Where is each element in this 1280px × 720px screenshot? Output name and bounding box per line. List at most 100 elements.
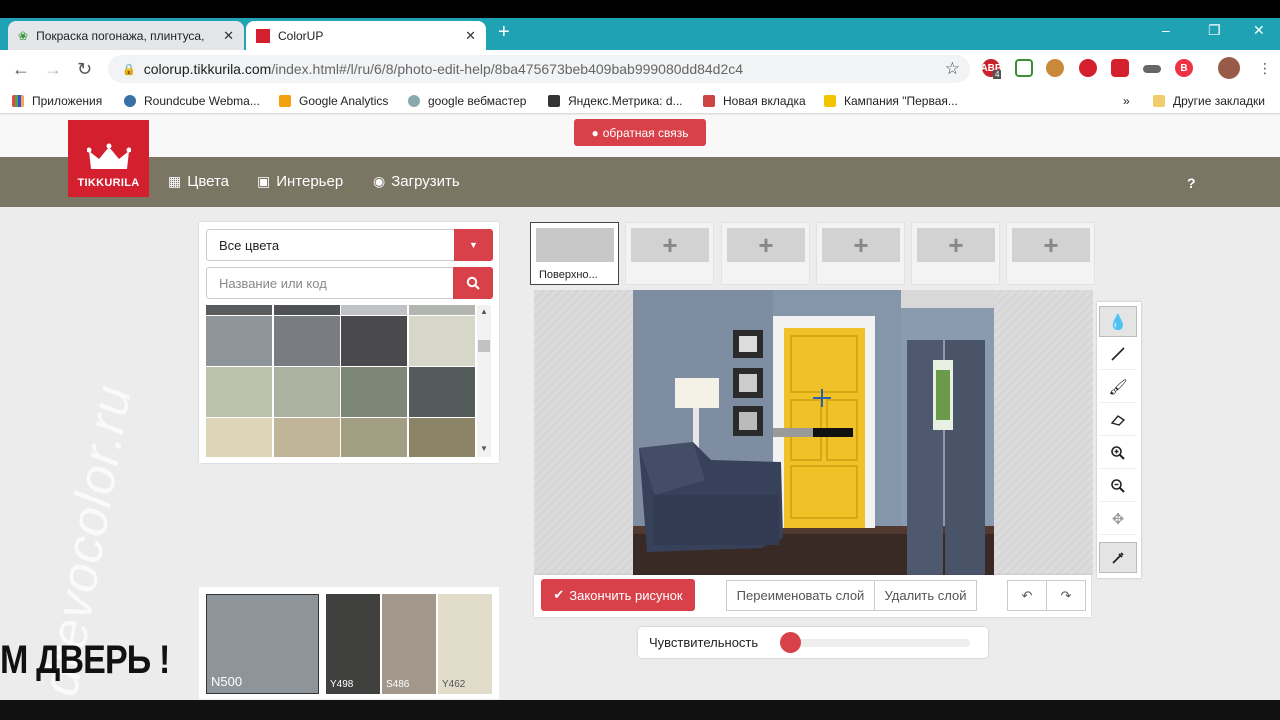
forward-icon[interactable]: → [44,59,62,80]
chevron-down-icon[interactable]: ▼ [454,229,493,261]
palette-swatch-2[interactable]: Y498 [326,594,380,694]
camera-icon: ◉ [373,173,386,189]
url-field[interactable]: 🔒 colorup.tikkurila.com/index.html#/l/ru… [108,55,970,83]
swatch-code: S486 [386,679,410,690]
bookmark-label: Яндекс.Метрика: d... [568,94,683,108]
tikkurila-logo[interactable]: TIKKURILA [68,120,149,197]
red-ext-icon[interactable] [1111,59,1129,77]
nav-upload[interactable]: ◉ Загрузить [373,173,460,190]
close-icon[interactable]: ✕ [465,28,476,44]
color-swatch[interactable] [206,305,272,315]
reload-icon[interactable]: ↻ [77,59,92,80]
eyedropper-icon[interactable] [1099,542,1137,573]
tool-panel: 💧 🖌 ✥ [1097,302,1141,578]
color-collection-select[interactable]: Все цвета ▼ [206,229,493,261]
restore-icon[interactable]: ❐ [1208,22,1221,39]
bookmark-analytics[interactable]: Google Analytics [279,94,388,108]
nav-label: Загрузить [391,173,460,190]
nav-colors[interactable]: ▦ Цвета [168,173,229,190]
color-swatch[interactable] [341,418,407,457]
sensitivity-knob[interactable] [779,632,801,653]
plus-icon: + [631,228,709,262]
color-swatch[interactable] [408,316,475,366]
search-input[interactable] [207,268,453,298]
color-swatch[interactable] [206,418,272,457]
line-icon[interactable] [1099,339,1137,370]
tab-pokraska[interactable]: ❀ Покраска погонажа, плинтуса, ✕ [8,21,244,50]
brush-icon[interactable]: 🖌 [1099,372,1137,403]
extension-icon[interactable] [1046,59,1064,77]
opera-icon[interactable] [1079,59,1097,77]
interior-photo[interactable] [633,290,994,575]
chat-bubble-icon: ● [591,125,599,140]
bookmark-other[interactable]: Другие закладки [1153,94,1265,108]
selected-palette: N500 Y498 S486 Y462 [199,587,499,699]
help-button[interactable]: ? [1187,175,1196,191]
undo-icon[interactable]: ↶ [1007,580,1047,611]
finish-drawing-button[interactable]: ✔ Закончить рисунок [541,579,695,611]
color-swatch[interactable] [273,367,340,417]
feedback-label: обратная связь [602,125,689,140]
eraser-icon[interactable] [1099,405,1137,436]
color-swatch[interactable] [273,316,340,366]
add-layer-thumb[interactable]: + [911,222,1000,285]
b-ext-icon[interactable]: B [1175,59,1193,77]
zoom-out-icon[interactable] [1099,471,1137,502]
bookmark-new-tab[interactable]: Новая вкладка [703,94,806,108]
palette-swatch-1[interactable]: N500 [206,594,319,694]
bookmark-webmaster[interactable]: google вебмастер [408,94,526,108]
menu-icon[interactable]: ⋮ [1258,60,1272,77]
bookmark-apps[interactable]: Приложения [12,94,102,108]
color-swatch[interactable] [341,367,407,417]
gray-ext-icon[interactable] [1143,65,1161,73]
nav-label: Интерьер [276,173,344,190]
pocket-icon[interactable] [1015,59,1033,77]
bookmark-star-icon[interactable]: ☆ [945,59,960,79]
rename-layer-button[interactable]: Переименовать слой [726,580,875,611]
drop-icon[interactable]: 💧 [1099,306,1137,337]
color-swatch[interactable] [341,316,407,366]
zoom-in-icon[interactable] [1099,438,1137,469]
swatch-scrollbar[interactable]: ▲ ▼ [477,305,491,457]
color-swatch[interactable] [408,367,475,417]
delete-layer-button[interactable]: Удалить слой [874,580,977,611]
color-swatch[interactable] [341,305,407,315]
redo-icon[interactable]: ↷ [1046,580,1086,611]
bookmark-roundcube[interactable]: Roundcube Webma... [124,94,260,108]
roundcube-icon [124,95,136,107]
tikkurila-favicon-icon [256,28,270,43]
bookmark-metrika[interactable]: Яндекс.Метрика: d... [548,94,683,108]
feedback-button[interactable]: ● обратная связь [574,119,706,146]
add-layer-thumb[interactable]: + [721,222,810,285]
close-window-icon[interactable]: ✕ [1253,22,1265,39]
tab-colorup[interactable]: ColorUP ✕ [246,21,486,50]
add-layer-thumb[interactable]: + [625,222,714,285]
color-swatch[interactable] [206,316,272,366]
new-tab-icon[interactable]: + [498,22,510,42]
color-search [206,267,493,299]
color-swatch[interactable] [273,305,340,315]
close-icon[interactable]: ✕ [223,28,234,44]
sensitivity-track[interactable] [780,639,970,647]
profile-avatar[interactable] [1218,57,1240,79]
palette-swatch-4[interactable]: Y462 [438,594,492,694]
back-icon[interactable]: ← [12,59,30,80]
bookmarks-overflow-icon[interactable]: » [1123,94,1130,108]
layer-thumb-1[interactable]: Поверхно... [530,222,619,285]
move-icon[interactable]: ✥ [1099,504,1137,535]
scroll-thumb[interactable] [478,340,490,352]
scroll-up-icon[interactable]: ▲ [480,307,488,316]
scroll-down-icon[interactable]: ▼ [480,444,488,453]
search-icon[interactable] [453,267,493,299]
color-swatch[interactable] [408,418,475,457]
nav-interior[interactable]: ▣ Интерьер [257,173,343,190]
add-layer-thumb[interactable]: + [1006,222,1095,285]
palette-swatch-3[interactable]: S486 [382,594,436,694]
add-layer-thumb[interactable]: + [816,222,905,285]
minimize-icon[interactable]: – [1162,22,1170,38]
color-swatch[interactable] [408,305,475,315]
color-swatch[interactable] [206,367,272,417]
select-value: Все цвета [219,237,280,253]
color-swatch[interactable] [273,418,340,457]
bookmark-campaign[interactable]: Кампания "Первая... [824,94,958,108]
